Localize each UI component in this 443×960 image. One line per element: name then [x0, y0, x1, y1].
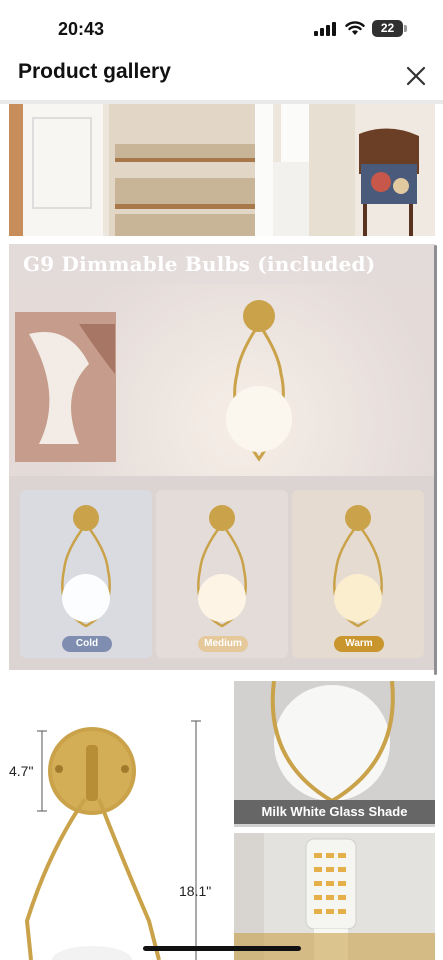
battery-icon: 22: [372, 20, 403, 37]
color-mode-label-cold: Cold: [62, 636, 112, 652]
wifi-icon: [345, 21, 365, 35]
color-mode-card-cold: Cold: [20, 490, 152, 658]
gallery-image-dimmable-bulbs[interactable]: G9 Dimmable Bulbs (included) Cold Medium…: [9, 244, 435, 670]
color-mode-label-medium: Medium: [198, 636, 248, 652]
page-title: Product gallery: [18, 60, 171, 83]
shade-label: Milk White Glass Shade: [234, 800, 435, 824]
cellular-signal-icon: [314, 22, 336, 36]
dimension-total-height: 18.1": [179, 883, 212, 899]
dimension-backplate: 4.7": [9, 763, 34, 779]
gallery-image-g9-bulb[interactable]: [234, 833, 435, 960]
scrollbar[interactable]: [434, 245, 437, 675]
color-mode-card-medium: Medium: [156, 490, 288, 658]
banner-text: G9 Dimmable Bulbs (included): [23, 252, 376, 276]
status-time: 20:43: [58, 19, 105, 39]
gallery-image-glass-shade[interactable]: Milk White Glass Shade: [234, 681, 435, 827]
header: Product gallery: [0, 54, 443, 102]
battery-level: 22: [380, 21, 395, 35]
status-bar: 20:43 22: [0, 0, 443, 54]
gallery-image-staircase[interactable]: [9, 104, 435, 236]
gallery-image-dimensions[interactable]: 4.7" 18.1": [9, 681, 231, 960]
battery-tip: [404, 25, 407, 32]
banner: G9 Dimmable Bulbs (included): [9, 244, 435, 284]
close-icon[interactable]: [404, 64, 428, 88]
color-mode-label-warm: Warm: [334, 636, 384, 652]
color-mode-card-warm: Warm: [292, 490, 424, 658]
home-indicator[interactable]: [143, 946, 301, 951]
